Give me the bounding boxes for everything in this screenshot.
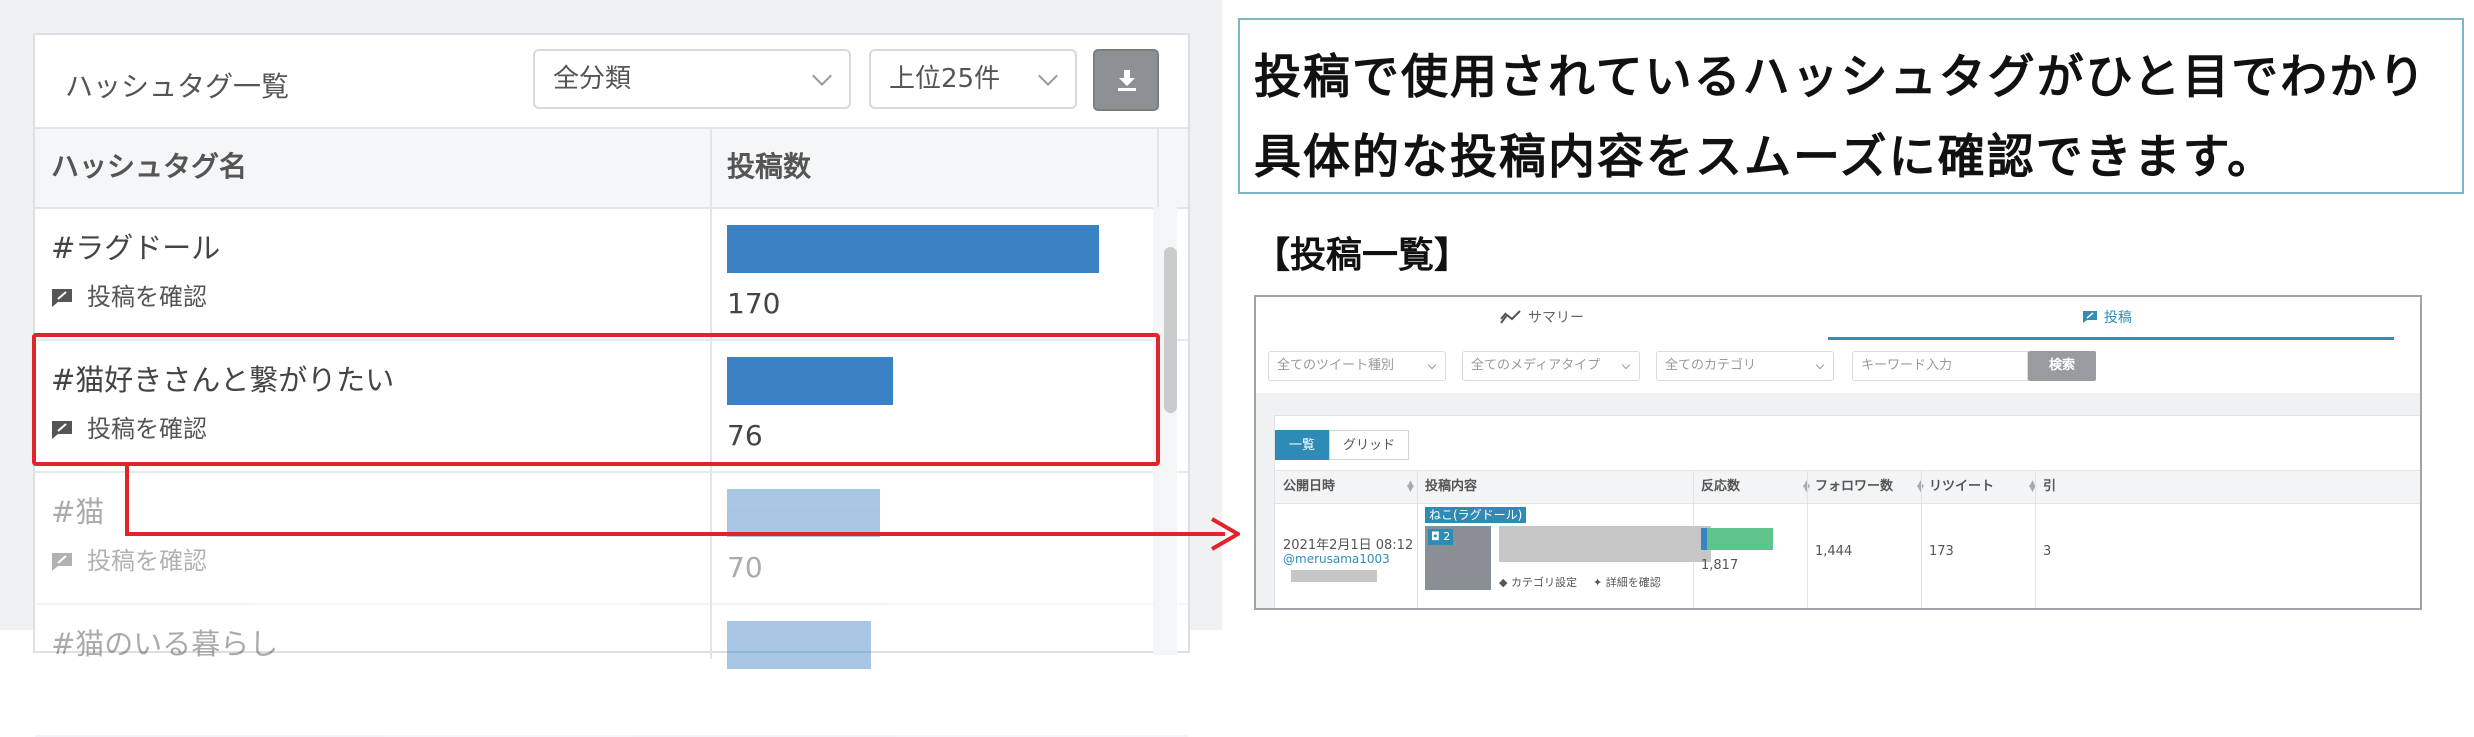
active-tab-indicator	[1828, 337, 2394, 340]
sort-icon[interactable]: ▲▼	[1407, 480, 1414, 494]
column-divider	[2035, 470, 2036, 608]
trend-icon	[1500, 310, 1521, 324]
tweet-type-select-value: 全てのツイート種別	[1277, 358, 1395, 373]
reaction-count: 1,817	[1701, 558, 1739, 573]
category-filter-select[interactable]: 全てのカテゴリ	[1656, 351, 1834, 381]
chevron-down-icon	[1427, 360, 1437, 370]
media-type-select[interactable]: 全てのメディアタイプ	[1462, 351, 1640, 381]
category-filter-value: 全てのカテゴリ	[1665, 358, 1757, 373]
keyword-input[interactable]: キーワード入力	[1852, 351, 2028, 381]
view-grid-button[interactable]: グリッド	[1329, 430, 1409, 460]
keyword-placeholder: キーワード入力	[1861, 358, 1953, 373]
detail-link[interactable]: ✦ 詳細を確認	[1593, 574, 1661, 590]
twitter-icon: ✦	[1593, 576, 1603, 589]
category-badge: ねこ(ラグドール)	[1425, 507, 1527, 523]
redacted-post-text	[1499, 526, 1711, 562]
photo-count-badge: ◘ 2	[1428, 529, 1454, 545]
tweet-type-select[interactable]: 全てのツイート種別	[1268, 351, 1446, 381]
camera-icon: ◘	[1431, 530, 1440, 543]
post-date: 2021年2月1日 08:12	[1283, 538, 1414, 553]
category-setting-label: カテゴリ設定	[1510, 576, 1577, 589]
post-thumbnail[interactable]: ◘ 2	[1425, 526, 1491, 590]
callout-line-1: 投稿で使用されているハッシュタグがひと目でわかり	[1254, 50, 2428, 105]
search-button[interactable]: 検索	[2028, 351, 2096, 381]
tab-summary-label: サマリー	[1528, 310, 1584, 326]
redacted-username	[1291, 570, 1377, 582]
column-quotes[interactable]: 引	[2043, 471, 2056, 503]
column-reactions[interactable]: 反応数	[1701, 471, 1740, 503]
tag-icon: ◆	[1499, 576, 1508, 589]
reaction-bar-segment-2	[1707, 528, 1773, 550]
column-divider	[1921, 470, 1922, 608]
category-setting-link[interactable]: ◆ カテゴリ設定	[1499, 574, 1577, 590]
tab-posts[interactable]: 投稿	[2082, 297, 2132, 339]
post-table-card: 一覧 グリッド 公開日時 ▲▼ 投稿内容 反応数 ▲▼ フォロワー数 ▲▼ リツ…	[1274, 415, 2420, 608]
post-table-area: 一覧 グリッド 公開日時 ▲▼ 投稿内容 反応数 ▲▼ フォロワー数 ▲▼ リツ…	[1256, 393, 2420, 608]
column-followers[interactable]: フォロワー数	[1815, 471, 1893, 503]
media-type-select-value: 全てのメディアタイプ	[1471, 358, 1601, 373]
tab-bar: サマリー 投稿	[1256, 297, 2420, 342]
description-callout: 投稿で使用されているハッシュタグがひと目でわかり 具体的な投稿内容をスムーズに確…	[1238, 18, 2464, 194]
quote-count: 3	[2043, 544, 2052, 559]
photo-count: 2	[1443, 530, 1451, 543]
detail-link-label: 詳細を確認	[1605, 576, 1661, 589]
column-divider	[1807, 470, 1808, 608]
connector-arrow	[125, 466, 1240, 551]
post-list-screenshot: サマリー 投稿 全てのツイート種別 全てのメディアタイプ 全てのカテゴリ キーワ…	[1254, 295, 2422, 610]
column-published[interactable]: 公開日時	[1283, 471, 1335, 503]
column-content: 投稿内容	[1425, 479, 1478, 494]
callout-line-2: 具体的な投稿内容をスムーズに確認できます。	[1254, 130, 2276, 185]
filter-bar: 全てのツイート種別 全てのメディアタイプ 全てのカテゴリ キーワード入力 検索	[1256, 341, 2420, 391]
view-list-button[interactable]: 一覧	[1275, 430, 1329, 460]
post-table-header: 公開日時 ▲▼ 投稿内容 反応数 ▲▼ フォロワー数 ▲▼ リツイート ▲▼ 引	[1275, 470, 2420, 504]
tab-posts-label: 投稿	[2104, 310, 2132, 326]
chevron-down-icon	[1815, 360, 1825, 370]
chevron-down-icon	[1621, 360, 1631, 370]
column-divider	[1417, 470, 1418, 608]
column-retweets[interactable]: リツイート	[1929, 471, 1994, 503]
section-title: 【投稿一覧】	[1254, 235, 1471, 276]
post-user-link[interactable]: @merusama1003	[1283, 552, 1390, 566]
follower-count: 1,444	[1815, 544, 1853, 559]
tab-summary[interactable]: サマリー	[1500, 297, 1584, 339]
retweet-count: 173	[1929, 544, 1954, 559]
post-icon	[2083, 311, 2097, 323]
